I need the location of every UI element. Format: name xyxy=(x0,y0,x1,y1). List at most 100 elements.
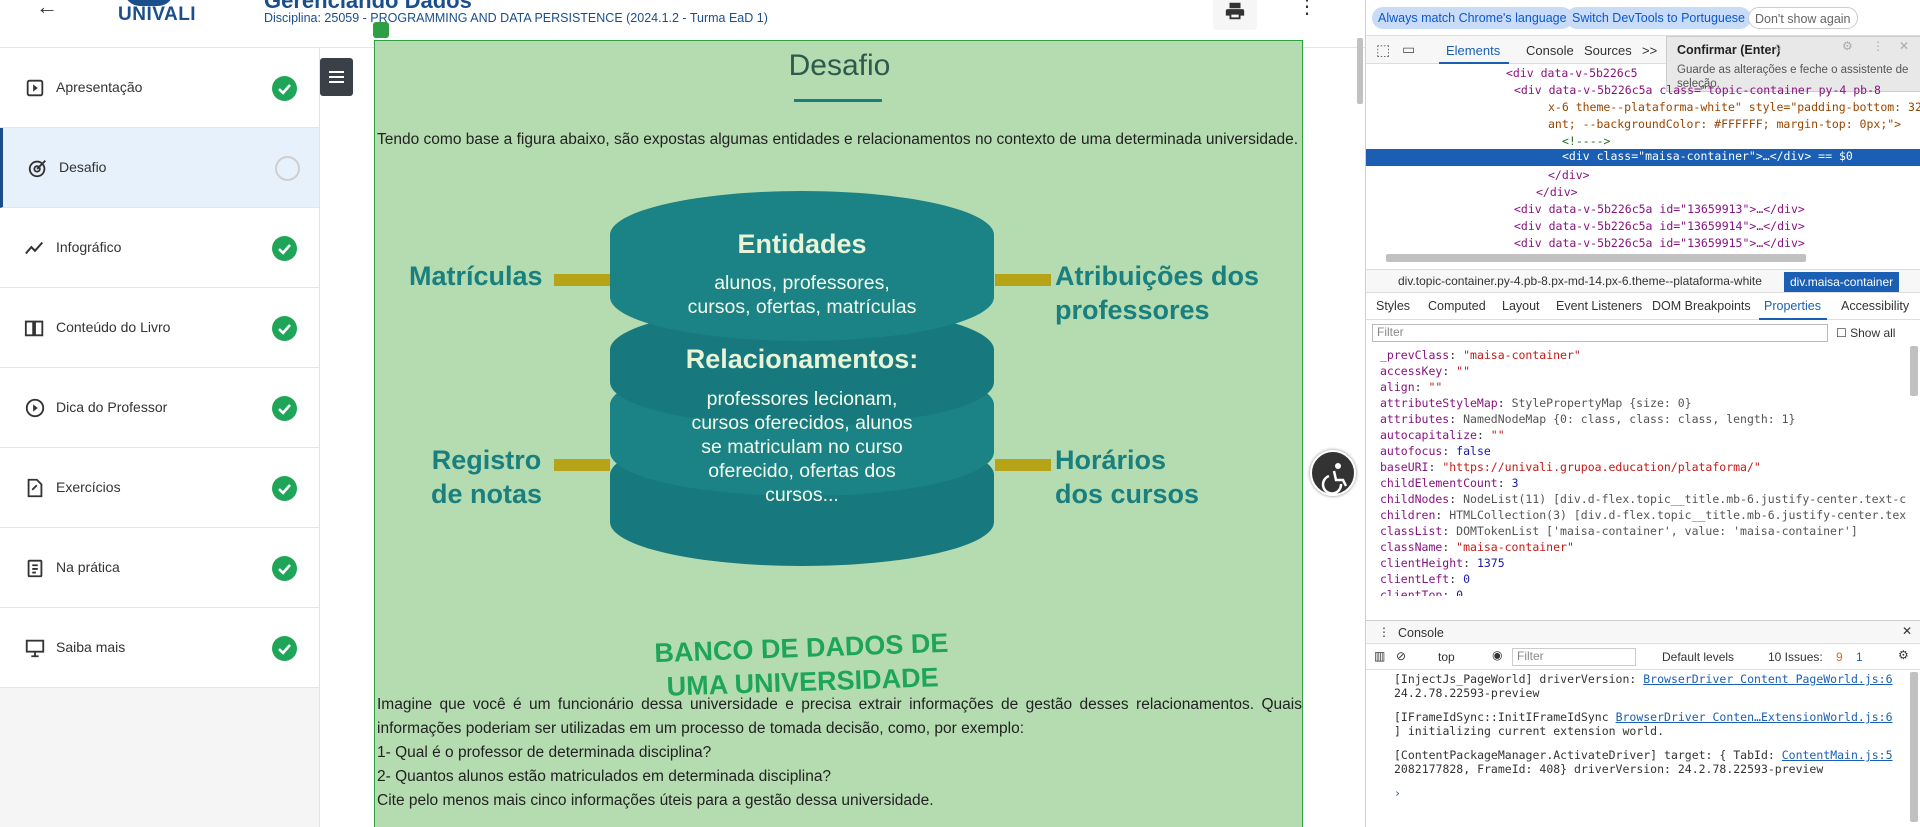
switch-portuguese-button[interactable]: Switch DevTools to Portuguese xyxy=(1566,7,1752,29)
tab-layout[interactable]: Layout xyxy=(1502,299,1540,313)
play-circle-icon xyxy=(25,398,45,418)
tab-computed[interactable]: Computed xyxy=(1428,299,1486,313)
property-row[interactable]: autocapitalize: "" xyxy=(1380,428,1505,442)
database-figure: Matrículas Registro de notas Atribuições… xyxy=(395,181,1275,702)
tab-dom-breakpoints[interactable]: DOM Breakpoints xyxy=(1652,299,1751,313)
sidebar-item-dica-professor[interactable]: Dica do Professor xyxy=(0,368,319,448)
sidebar-item-label: Apresentação xyxy=(56,79,143,95)
property-value: "maisa-container" xyxy=(1456,540,1574,554)
tab-elements[interactable]: Elements xyxy=(1446,43,1500,58)
property-value: 1375 xyxy=(1476,556,1505,570)
kebab-menu-icon[interactable]: ⋮ xyxy=(1872,39,1884,53)
property-row[interactable]: childNodes: NodeList(11) [div.d-flex.top… xyxy=(1380,492,1906,506)
issue-warn-count[interactable]: 9 xyxy=(1836,650,1843,664)
source-link[interactable]: BrowserDriver Content PageWorld.js:6 xyxy=(1643,672,1892,686)
settings-icon[interactable]: ⚙ xyxy=(1842,39,1853,53)
drawer-menu-icon[interactable]: ⋮ xyxy=(1378,625,1390,639)
intro-text: Tendo como base a figura abaixo, são exp… xyxy=(377,131,1299,148)
property-row[interactable]: baseURI: "https://univali.grupoa.educati… xyxy=(1380,460,1761,474)
presentation-icon xyxy=(25,639,45,658)
breadcrumb-item[interactable]: div.topic-container.py-4.pb-8.px-md-14.p… xyxy=(1398,274,1762,288)
context-select[interactable]: top xyxy=(1438,650,1455,664)
breadcrumb-item-active[interactable]: div.maisa-container xyxy=(1784,272,1900,292)
console-prompt[interactable]: › xyxy=(1394,786,1401,800)
dom-node-close[interactable]: </div> xyxy=(1548,168,1590,182)
property-value: HTMLCollection(3) [div.d-flex.topic__tit… xyxy=(1449,508,1906,522)
tab-accessibility[interactable]: Accessibility xyxy=(1841,299,1909,313)
sidebar-item-conteudo-livro[interactable]: Conteúdo do Livro xyxy=(0,288,319,368)
dom-node[interactable]: <div data-v-5b226c5a id="13659914">…</di… xyxy=(1514,219,1805,233)
sidebar-item-desafio[interactable]: Desafio xyxy=(0,128,319,208)
property-key: attributeStyleMap xyxy=(1380,396,1498,410)
property-row[interactable]: accessKey: "" xyxy=(1380,364,1470,378)
dom-horizontal-scrollbar[interactable] xyxy=(1386,254,1806,262)
property-row[interactable]: childElementCount: 3 xyxy=(1380,476,1519,490)
property-value: "" xyxy=(1490,428,1505,442)
property-row[interactable]: _prevClass: "maisa-container" xyxy=(1380,348,1581,362)
sidebar-item-exercicios[interactable]: Exercícios xyxy=(0,448,319,528)
accessibility-button[interactable] xyxy=(1310,450,1356,496)
tab-sources[interactable]: Sources xyxy=(1584,43,1632,58)
more-options-icon[interactable]: ⋮ xyxy=(1292,0,1322,24)
sidebar-item-infografico[interactable]: Infográfico xyxy=(0,208,319,288)
sidebar-item-apresentacao[interactable]: Apresentação xyxy=(0,48,319,128)
eye-icon[interactable]: ◉ xyxy=(1492,648,1502,662)
property-value: 0 xyxy=(1463,572,1471,586)
tab-console[interactable]: Console xyxy=(1526,43,1574,58)
log-levels-select[interactable]: Default levels xyxy=(1662,650,1734,664)
sidebar-item-saiba-mais[interactable]: Saiba mais xyxy=(0,608,319,688)
clear-console-icon[interactable]: ⊘ xyxy=(1396,649,1406,663)
dom-node[interactable]: <div data-v-5b226c5a class="topic-contai… xyxy=(1514,83,1881,97)
dom-node-close[interactable]: </div> xyxy=(1536,185,1578,199)
source-link[interactable]: BrowserDriver Conten…ExtensionWorld.js:6 xyxy=(1616,710,1893,724)
source-link[interactable]: ContentMain.js:5 xyxy=(1782,748,1893,762)
sidebar-item-na-pratica[interactable]: Na prática xyxy=(0,528,319,608)
property-key: classList xyxy=(1380,524,1443,538)
page-scrollbar[interactable] xyxy=(1357,38,1363,104)
print-button[interactable] xyxy=(1213,0,1257,30)
property-row[interactable]: autofocus: false xyxy=(1380,444,1491,458)
dom-node[interactable]: <div data-v-5b226c5a id="13659915">…</di… xyxy=(1514,236,1805,250)
issue-info-count[interactable]: 1 xyxy=(1856,650,1863,664)
property-row[interactable]: className: "maisa-container" xyxy=(1380,540,1574,554)
console-filter-input[interactable]: Filter xyxy=(1512,648,1636,666)
property-row[interactable]: classList: DOMTokenList ['maisa-containe… xyxy=(1380,524,1858,538)
console-drawer-tab[interactable]: Console xyxy=(1398,626,1444,640)
close-drawer-icon[interactable]: ✕ xyxy=(1902,624,1912,638)
tab-more[interactable]: >> xyxy=(1642,43,1657,58)
console-settings-icon[interactable]: ⚙ xyxy=(1898,648,1909,662)
back-arrow-icon[interactable]: ← xyxy=(36,0,60,22)
property-value: 0 xyxy=(1456,588,1464,596)
properties-filter-input[interactable]: Filter xyxy=(1372,324,1828,342)
console-scrollbar[interactable] xyxy=(1910,672,1918,822)
dom-node-selected[interactable]: <div class="maisa-container">…</div> == … xyxy=(1366,149,1920,166)
issues-label[interactable]: 10 Issues: xyxy=(1768,650,1823,664)
property-row[interactable]: attributeStyleMap: StylePropertyMap {siz… xyxy=(1380,396,1692,410)
property-row[interactable]: children: HTMLCollection(3) [div.d-flex.… xyxy=(1380,508,1906,522)
breadcrumb: div.topic-container.py-4.pb-8.px-md-14.p… xyxy=(1366,269,1920,293)
property-row[interactable]: align: "" xyxy=(1380,380,1442,394)
sidebar-item-label: Saiba mais xyxy=(56,639,126,655)
property-row[interactable]: clientHeight: 1375 xyxy=(1380,556,1505,570)
dom-node[interactable]: <div data-v-5b226c5a id="13659913">…</di… xyxy=(1514,202,1805,216)
page-title: Desafio xyxy=(788,49,891,82)
device-toggle-icon[interactable]: ▭ xyxy=(1402,41,1415,58)
properties-scrollbar[interactable] xyxy=(1910,346,1918,396)
close-devtools-icon[interactable]: ✕ xyxy=(1899,39,1909,53)
dom-node[interactable]: <div data-v-5b226c5 xyxy=(1506,66,1638,80)
property-row[interactable]: clientTop: 0 xyxy=(1380,588,1463,596)
property-row[interactable]: clientLeft: 0 xyxy=(1380,572,1470,586)
property-row[interactable]: attributes: NamedNodeMap {0: class, clas… xyxy=(1380,412,1795,426)
show-all-checkbox[interactable]: ☐ Show all xyxy=(1836,326,1895,340)
tab-event-listeners[interactable]: Event Listeners xyxy=(1556,299,1642,313)
sidebar-panel-tabs: Styles Computed Layout Event Listeners D… xyxy=(1366,294,1920,320)
tab-properties[interactable]: Properties xyxy=(1764,299,1821,313)
inspect-icon[interactable]: ⬚ xyxy=(1376,41,1390,59)
tab-styles[interactable]: Styles xyxy=(1376,299,1410,313)
sidebar-toggle-icon[interactable]: ▥ xyxy=(1374,649,1385,663)
match-language-button[interactable]: Always match Chrome's language xyxy=(1372,7,1573,29)
menu-toggle-button[interactable] xyxy=(320,58,353,96)
dont-show-again-button[interactable]: Don't show again xyxy=(1748,7,1858,29)
property-key: baseURI xyxy=(1380,460,1429,474)
dom-comment[interactable]: <!----> xyxy=(1562,134,1610,148)
